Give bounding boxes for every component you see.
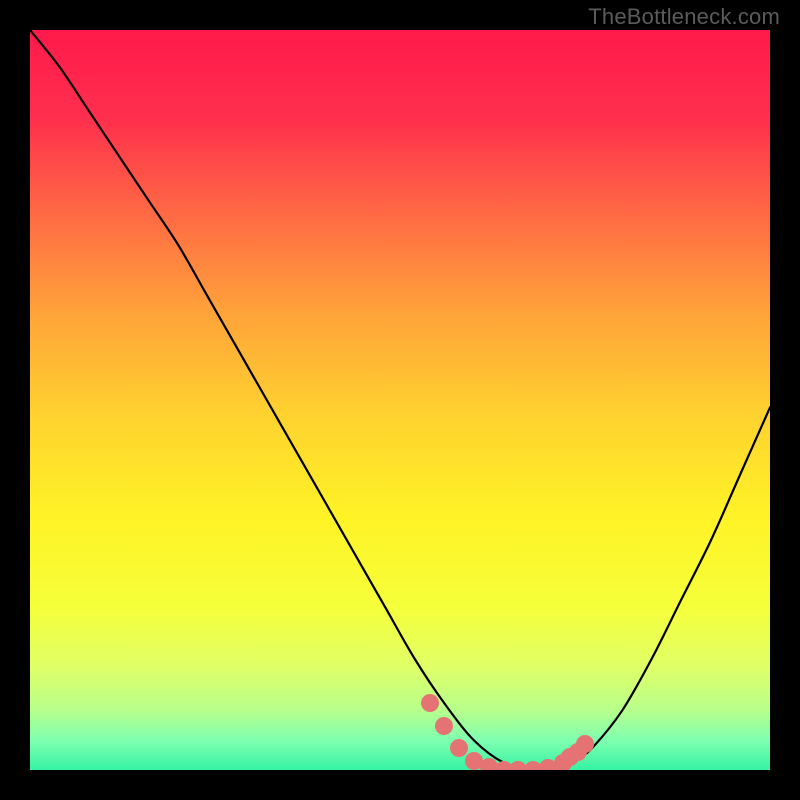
watermark-text: TheBottleneck.com — [588, 4, 780, 30]
highlight-dot — [421, 694, 439, 712]
highlight-dot — [576, 735, 594, 753]
highlight-dot — [435, 717, 453, 735]
highlight-dots — [30, 30, 770, 770]
highlight-dot — [450, 739, 468, 757]
plot-area — [30, 30, 770, 770]
chart-container: TheBottleneck.com — [0, 0, 800, 800]
